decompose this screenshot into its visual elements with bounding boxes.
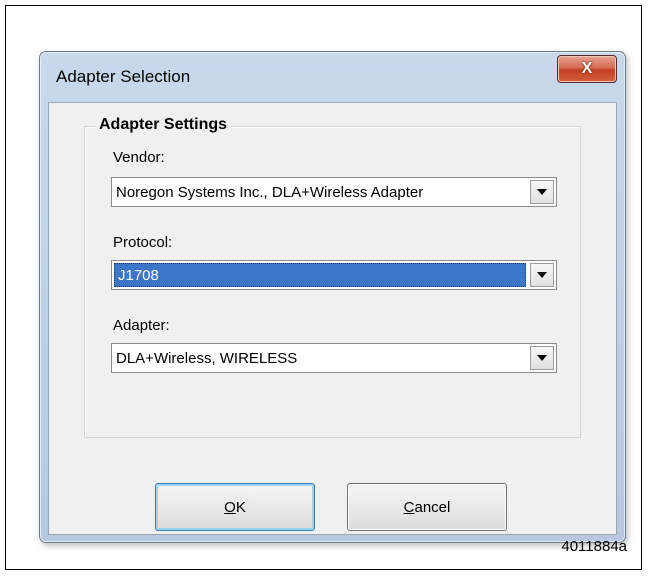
close-button[interactable]: X — [557, 55, 617, 83]
adapter-dropdown[interactable]: DLA+Wireless, WIRELESS — [111, 343, 557, 373]
adapter-value: DLA+Wireless, WIRELESS — [116, 350, 298, 367]
vendor-value: Noregon Systems Inc., DLA+Wireless Adapt… — [116, 184, 424, 201]
dialog-title: Adapter Selection — [56, 67, 191, 86]
cancel-mnemonic: C — [403, 498, 415, 516]
cancel-button[interactable]: Cancel — [347, 483, 507, 531]
title-bar: Adapter Selection X — [40, 52, 625, 102]
ok-button[interactable]: OK — [155, 483, 315, 531]
vendor-dropdown[interactable]: Noregon Systems Inc., DLA+Wireless Adapt… — [111, 177, 557, 207]
adapter-selection-dialog: Adapter Selection X Adapter Settings Ven… — [39, 51, 626, 543]
dialog-client-area: Adapter Settings Vendor: Noregon Systems… — [48, 102, 617, 535]
ok-mnemonic: O — [224, 498, 236, 516]
protocol-dropdown[interactable]: J1708 — [111, 260, 557, 290]
vendor-label: Vendor: — [113, 149, 165, 166]
close-icon: X — [581, 60, 593, 77]
chevron-down-icon[interactable] — [530, 346, 554, 370]
ok-label-rest: K — [235, 498, 246, 516]
chevron-down-icon[interactable] — [530, 263, 554, 287]
adapter-settings-group: Adapter Settings Vendor: Noregon Systems… — [84, 116, 581, 438]
protocol-value: J1708 — [118, 267, 159, 284]
adapter-label: Adapter: — [113, 317, 170, 334]
figure-frame: Adapter Selection X Adapter Settings Ven… — [5, 5, 642, 570]
group-title: Adapter Settings — [95, 116, 232, 134]
cancel-label-rest: ancel — [414, 498, 451, 516]
chevron-down-icon[interactable] — [530, 180, 554, 204]
figure-id: 4011884a — [561, 538, 627, 555]
protocol-selection-highlight — [114, 263, 526, 287]
protocol-label: Protocol: — [113, 234, 173, 251]
